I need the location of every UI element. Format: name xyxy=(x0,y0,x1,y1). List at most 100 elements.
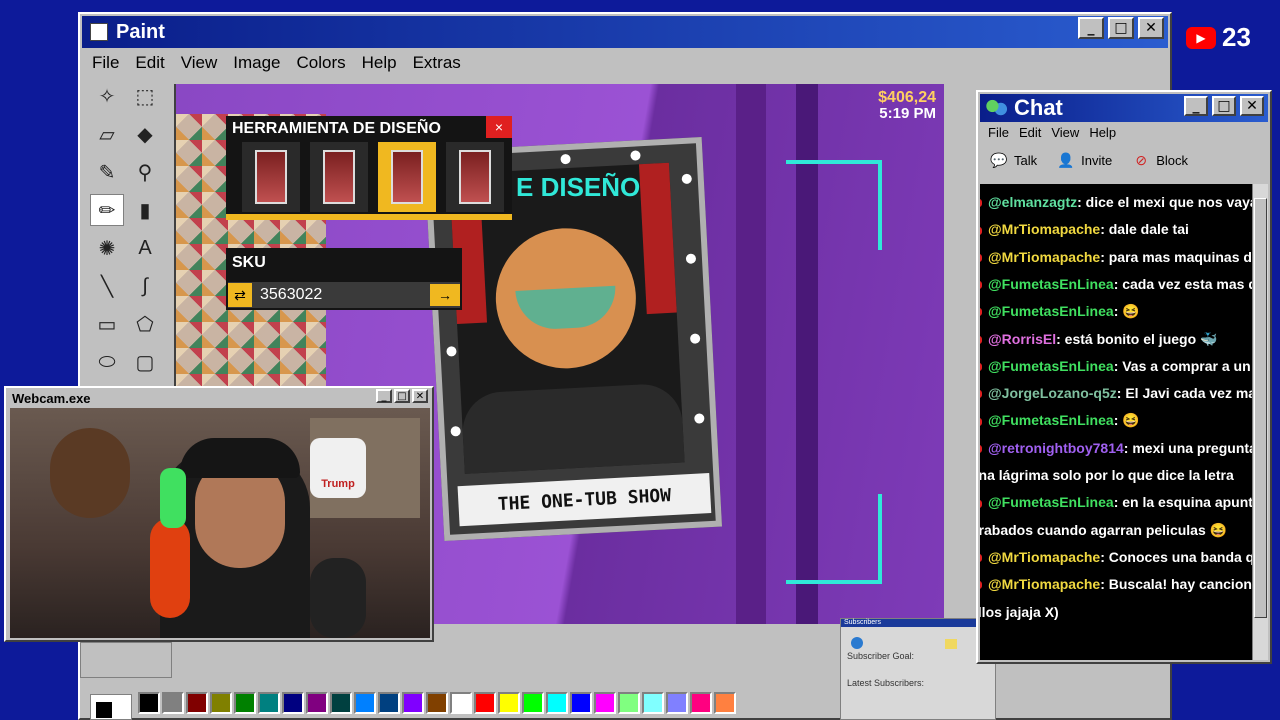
chat-username[interactable]: @MrTiomapache xyxy=(988,221,1100,237)
menu-edit[interactable]: Edit xyxy=(135,53,164,73)
chat-username[interactable]: @FumetasEnLinea xyxy=(988,494,1114,510)
ellipse-icon[interactable]: ⬭ xyxy=(90,346,124,378)
menu-extras[interactable]: Extras xyxy=(413,53,461,73)
palette-swatch[interactable] xyxy=(570,692,592,714)
chat-close-button[interactable]: ✕ xyxy=(1240,96,1264,116)
palette-swatch[interactable] xyxy=(354,692,376,714)
block-button[interactable]: ⊘ Block xyxy=(1130,151,1188,169)
palette-swatch[interactable] xyxy=(666,692,688,714)
rectangle-icon[interactable]: ▭ xyxy=(90,308,124,340)
fill-bucket-icon[interactable]: ◆ xyxy=(128,118,162,150)
rect-select-icon[interactable]: ⬚ xyxy=(128,80,162,112)
menu-image[interactable]: Image xyxy=(233,53,280,73)
palette-swatch[interactable] xyxy=(282,692,304,714)
sku-field[interactable]: ⇄ 3563022 → xyxy=(228,282,460,308)
chat-scroll-thumb[interactable] xyxy=(1254,198,1267,618)
free-select-icon[interactable]: ✧ xyxy=(90,80,124,112)
marquee-bulb xyxy=(689,333,701,344)
talk-button[interactable]: 💬 Talk xyxy=(988,151,1037,169)
palette-swatch[interactable] xyxy=(594,692,616,714)
close-button[interactable]: ✕ xyxy=(1138,17,1164,39)
chat-scrollbar[interactable] xyxy=(1252,184,1268,660)
palette-swatch[interactable] xyxy=(474,692,496,714)
brush-icon[interactable]: ▮ xyxy=(128,194,162,226)
palette-swatch[interactable] xyxy=(258,692,280,714)
menu-colors[interactable]: Colors xyxy=(297,53,346,73)
chat-username[interactable]: @MrTiomapache xyxy=(988,576,1100,592)
curve-icon[interactable]: ∫ xyxy=(128,270,162,302)
menu-file[interactable]: File xyxy=(92,53,119,73)
palette-swatch[interactable] xyxy=(186,692,208,714)
chat-username[interactable]: @retronightboy7814 xyxy=(988,440,1124,456)
rounded-rect-icon[interactable]: ▢ xyxy=(128,346,162,378)
chat-message: @JorgeLozano-q5z: El Javi cada vez mas d xyxy=(980,385,1254,401)
palette-swatch[interactable] xyxy=(450,692,472,714)
chat-username[interactable]: @MrTiomapache xyxy=(988,249,1100,265)
chat-username[interactable]: @FumetasEnLinea xyxy=(988,276,1114,292)
palette-swatch[interactable] xyxy=(234,692,256,714)
design-option[interactable] xyxy=(446,142,504,212)
menu-help[interactable]: Help xyxy=(362,53,397,73)
line-icon[interactable]: ╲ xyxy=(90,270,124,302)
palette-swatch[interactable] xyxy=(210,692,232,714)
magnifier-icon[interactable]: ⚲ xyxy=(128,156,162,188)
palette-swatch[interactable] xyxy=(714,692,736,714)
palette-swatch[interactable] xyxy=(402,692,424,714)
palette-swatch[interactable] xyxy=(498,692,520,714)
palette-swatch[interactable] xyxy=(522,692,544,714)
marquee-bulb xyxy=(694,413,705,424)
palette-swatch[interactable] xyxy=(378,692,400,714)
minimize-button[interactable]: _ xyxy=(1078,17,1104,39)
paint-titlebar[interactable]: Paint xyxy=(82,16,1168,48)
menu-view[interactable]: View xyxy=(181,53,218,73)
text-icon[interactable]: A xyxy=(128,232,162,264)
chat-menu-file[interactable]: File xyxy=(988,125,1009,140)
design-option[interactable] xyxy=(242,142,300,212)
webcam-window: Webcam.exe _ □ ✕ Trump xyxy=(4,386,434,642)
chat-username[interactable]: @FumetasEnLinea xyxy=(988,412,1114,428)
maximize-button[interactable]: □ xyxy=(1108,17,1134,39)
chat-log[interactable]: @elmanzagtz: dice el mexi que nos vayan @… xyxy=(980,184,1254,660)
chat-maximize-button[interactable]: □ xyxy=(1212,96,1236,116)
chat-username[interactable]: @RorrisEl xyxy=(988,331,1056,347)
chat-menu-help[interactable]: Help xyxy=(1089,125,1116,140)
chat-text: : Buscala! hay canciones c xyxy=(1100,576,1254,593)
pencil-icon[interactable]: ✏ xyxy=(90,194,124,226)
eraser-icon[interactable]: ▱ xyxy=(90,118,124,150)
polygon-icon[interactable]: ⬠ xyxy=(128,308,162,340)
sku-submit-button[interactable]: → xyxy=(430,284,460,306)
palette-swatch[interactable] xyxy=(306,692,328,714)
panel-close-button[interactable]: × xyxy=(486,116,512,138)
current-colors[interactable] xyxy=(90,694,132,720)
palette-swatch[interactable] xyxy=(426,692,448,714)
palette-swatch[interactable] xyxy=(618,692,640,714)
chat-menu-view[interactable]: View xyxy=(1051,125,1079,140)
chat-username[interactable]: @FumetasEnLinea xyxy=(988,358,1114,374)
webcam-close-button[interactable]: ✕ xyxy=(412,389,428,403)
invite-button[interactable]: 👤 Invite xyxy=(1055,151,1112,169)
palette-swatch[interactable] xyxy=(330,692,352,714)
sku-value[interactable]: 3563022 xyxy=(260,286,430,304)
design-option[interactable] xyxy=(310,142,368,212)
chat-minimize-button[interactable]: _ xyxy=(1184,96,1208,116)
chat-username[interactable]: @FumetasEnLinea xyxy=(988,303,1114,319)
color-palette xyxy=(138,692,736,716)
chat-username[interactable]: @JorgeLozano-q5z xyxy=(988,385,1117,401)
palette-swatch[interactable] xyxy=(690,692,712,714)
airbrush-icon[interactable]: ✺ xyxy=(90,232,124,264)
shuffle-icon[interactable]: ⇄ xyxy=(228,283,252,307)
chat-menu-edit[interactable]: Edit xyxy=(1019,125,1041,140)
color-picker-icon[interactable]: ✎ xyxy=(90,156,124,188)
chat-username[interactable]: @MrTiomapache xyxy=(988,549,1100,565)
palette-swatch[interactable] xyxy=(138,692,160,714)
palette-swatch[interactable] xyxy=(162,692,184,714)
webcam-minimize-button[interactable]: _ xyxy=(376,389,392,403)
design-option-selected[interactable] xyxy=(378,142,436,212)
palette-swatch[interactable] xyxy=(642,692,664,714)
chat-username[interactable]: @elmanzagtz xyxy=(988,194,1077,210)
webcam-titlebar[interactable]: Webcam.exe xyxy=(8,390,430,406)
palette-swatch[interactable] xyxy=(546,692,568,714)
webcam-maximize-button[interactable]: □ xyxy=(394,389,410,403)
chat-message: @FumetasEnLinea: en la esquina apuntand xyxy=(980,494,1254,510)
poster-caption: THE ONE-TUB SHOW xyxy=(457,473,712,527)
